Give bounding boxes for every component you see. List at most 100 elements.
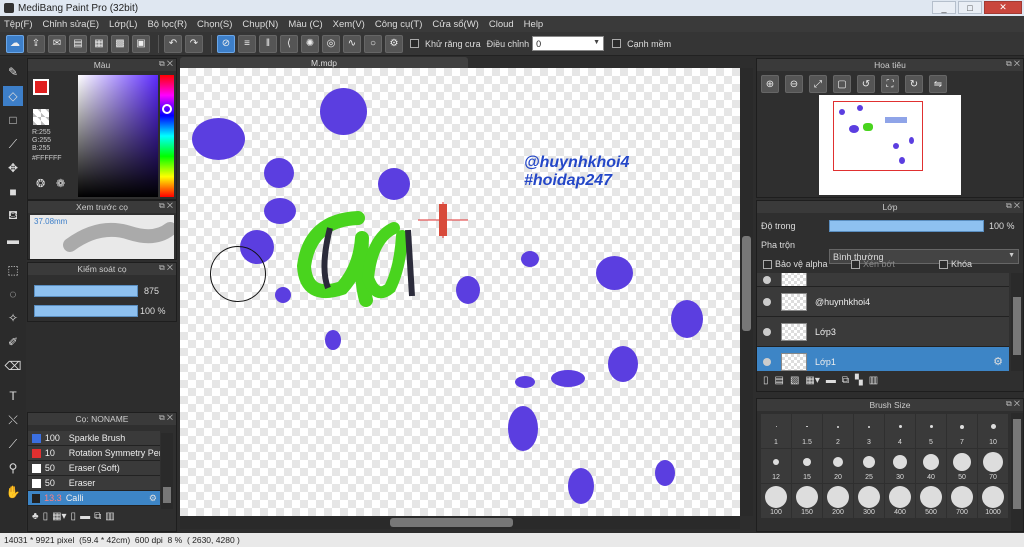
- lock-checkbox[interactable]: [939, 259, 948, 269]
- hue-slider[interactable]: [160, 75, 174, 197]
- transparent-swatch[interactable]: [33, 109, 49, 125]
- brush-item-rotation[interactable]: 10 Rotation Symmetry Pen: [28, 446, 160, 461]
- flip-icon[interactable]: ⇋: [929, 75, 947, 93]
- brush-list-scrollbar[interactable]: [161, 433, 173, 509]
- minimize-button[interactable]: _: [932, 1, 956, 14]
- delete-icon[interactable]: ▥: [105, 511, 114, 522]
- layer-opacity-slider[interactable]: [829, 220, 984, 232]
- snap-ellipse-icon[interactable]: ○: [364, 34, 382, 53]
- brush-size-option[interactable]: 200: [823, 484, 853, 518]
- tab-document[interactable]: M.mdp: [180, 57, 468, 68]
- snap-parallel-icon[interactable]: ≡: [238, 34, 256, 53]
- rotate-right-icon[interactable]: ↻: [905, 75, 923, 93]
- antialias-checkbox[interactable]: [410, 39, 419, 48]
- brush-size-scrollbar[interactable]: [1011, 413, 1023, 531]
- snap-vertical-icon[interactable]: ‖: [259, 34, 277, 53]
- brush-menu-icon[interactable]: ▦▾: [52, 511, 66, 522]
- brush-size-slider[interactable]: [34, 285, 138, 297]
- delete-icon[interactable]: ▥: [869, 375, 878, 386]
- dot-tool-icon[interactable]: ⟋: [3, 134, 23, 154]
- eye-icon[interactable]: [763, 297, 771, 306]
- eye-icon[interactable]: [763, 357, 771, 366]
- protect-alpha-checkbox[interactable]: [763, 259, 772, 269]
- brush-size-option[interactable]: 12: [761, 449, 791, 483]
- fill-rect-icon[interactable]: ■: [3, 182, 23, 202]
- menu-edit[interactable]: Chỉnh sửa(E): [43, 19, 100, 30]
- brush-size-option[interactable]: 1: [761, 414, 791, 448]
- move-tool-icon[interactable]: ✥: [3, 158, 23, 178]
- menu-select[interactable]: Chọn(S): [197, 19, 232, 30]
- foreground-color-swatch[interactable]: [33, 79, 49, 95]
- maximize-button[interactable]: □: [958, 1, 982, 14]
- snap-circle-icon[interactable]: ◎: [322, 34, 340, 53]
- note-icon[interactable]: ▤: [69, 34, 87, 53]
- brush-size-option[interactable]: 150: [792, 484, 822, 518]
- panel-close-icon[interactable]: ⧉ ✕: [1006, 201, 1020, 211]
- menu-window[interactable]: Cửa sổ(W): [432, 19, 478, 30]
- new-layer-icon[interactable]: ▯: [763, 375, 769, 386]
- clipping-option[interactable]: Xén bớt: [851, 259, 895, 269]
- actual-size-icon[interactable]: ▢: [833, 75, 851, 93]
- color-wheel-icon[interactable]: ❁: [56, 177, 65, 190]
- layer-row-layer3[interactable]: Lớp3: [757, 317, 1009, 347]
- new-brush-icon[interactable]: ▯: [43, 511, 49, 522]
- hue-handle[interactable]: [162, 104, 172, 114]
- brush-size-option[interactable]: 700: [947, 484, 977, 518]
- comment-icon[interactable]: ✉: [48, 34, 66, 53]
- navigator-viewport[interactable]: [833, 101, 923, 171]
- navigator-thumbnail[interactable]: [819, 95, 961, 195]
- magic-wand-icon[interactable]: ✧: [3, 308, 23, 328]
- brush-size-option[interactable]: 7: [947, 414, 977, 448]
- brush-size-option[interactable]: 5: [916, 414, 946, 448]
- saturation-value-picker[interactable]: [78, 75, 158, 197]
- canvas-horizontal-scrollbar[interactable]: [180, 516, 740, 529]
- snap-radial-icon[interactable]: ✺: [301, 34, 319, 53]
- hand-tool-icon[interactable]: ✋: [3, 482, 23, 502]
- brush-size-option[interactable]: 25: [854, 449, 884, 483]
- layer-row-watermark[interactable]: @huynhkhoi4: [757, 287, 1009, 317]
- select-tool-icon[interactable]: ⬚: [3, 260, 23, 280]
- layer-row[interactable]: [757, 273, 1009, 287]
- zoom-in-icon[interactable]: ⊕: [761, 75, 779, 93]
- canvas-vertical-scrollbar[interactable]: [740, 68, 753, 516]
- panel-close-icon[interactable]: ⧉ ✕: [159, 59, 173, 69]
- copy-brush-icon[interactable]: ▯: [71, 511, 77, 522]
- brush-item-eraser[interactable]: 50 Eraser: [28, 476, 160, 491]
- new-color-layer-icon[interactable]: ▤: [775, 375, 784, 386]
- panel-close-icon[interactable]: ⧉ ✕: [1006, 399, 1020, 409]
- menu-cloud[interactable]: Cloud: [489, 19, 514, 30]
- add-brush-icon[interactable]: ♣: [32, 511, 39, 522]
- layer-row-layer1[interactable]: Lớp1 ⚙: [757, 347, 1009, 371]
- redo-icon[interactable]: ↷: [185, 34, 203, 53]
- fit-window-icon[interactable]: ⛶: [881, 75, 899, 93]
- zoom-out-icon[interactable]: ⊖: [785, 75, 803, 93]
- folder-icon[interactable]: ▬: [826, 375, 836, 386]
- brush-size-option[interactable]: 3: [854, 414, 884, 448]
- grid-icon[interactable]: ▩: [111, 34, 129, 53]
- brush-size-option[interactable]: 1.5: [792, 414, 822, 448]
- share-icon[interactable]: ⇪: [27, 34, 45, 53]
- eyedropper-icon[interactable]: ⚲: [3, 458, 23, 478]
- brush-size-option[interactable]: 4: [885, 414, 915, 448]
- divide-tool-icon[interactable]: ⟋: [3, 434, 23, 454]
- menu-filter[interactable]: Bộ lọc(R): [147, 19, 187, 30]
- brush-size-option[interactable]: 20: [823, 449, 853, 483]
- clipping-checkbox[interactable]: [851, 259, 860, 269]
- brush-size-option[interactable]: 70: [978, 449, 1008, 483]
- select-eraser-icon[interactable]: ⌫: [3, 356, 23, 376]
- drawing-canvas[interactable]: @huynhkhoi4 #hoidap247: [180, 68, 740, 516]
- brush-size-option[interactable]: 2: [823, 414, 853, 448]
- text-tool-icon[interactable]: T: [3, 386, 23, 406]
- lock-option[interactable]: Khóa: [939, 259, 972, 269]
- menu-tools[interactable]: Công cụ(T): [375, 19, 423, 30]
- duplicate-icon[interactable]: ⧉: [94, 511, 101, 522]
- lasso-tool-icon[interactable]: ◌: [3, 284, 23, 304]
- brush-opacity-slider[interactable]: [34, 305, 138, 317]
- soft-edge-checkbox[interactable]: [612, 39, 622, 48]
- undo-icon[interactable]: ↶: [164, 34, 182, 53]
- layout-icon[interactable]: ▣: [132, 34, 150, 53]
- panel-close-icon[interactable]: ⧉ ✕: [159, 201, 173, 211]
- menu-view[interactable]: Xem(V): [333, 19, 365, 30]
- fit-icon[interactable]: ⤢: [809, 75, 827, 93]
- eraser-tool-icon[interactable]: ◇: [3, 86, 23, 106]
